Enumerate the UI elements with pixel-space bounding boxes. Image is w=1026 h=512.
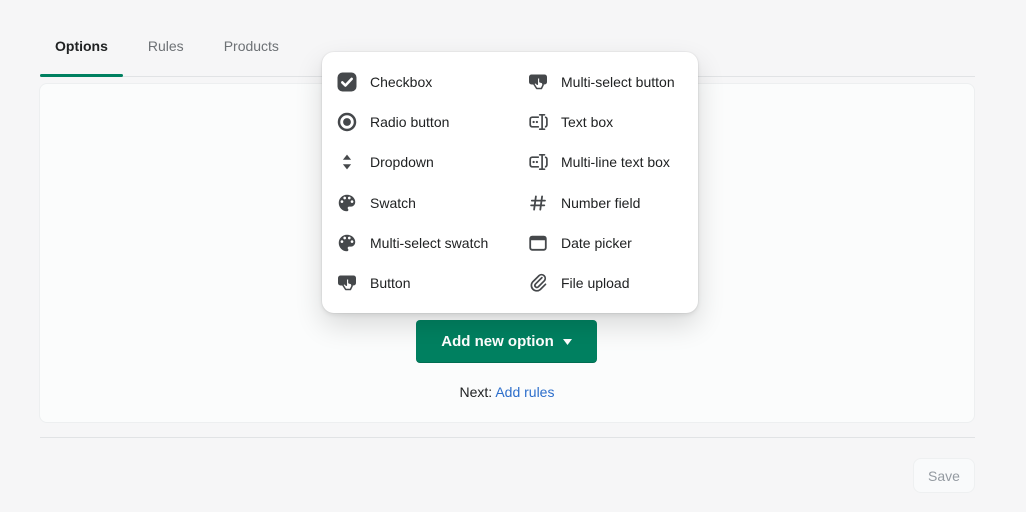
menu-item-checkbox[interactable]: Checkbox [322, 62, 510, 102]
button-icon [529, 74, 547, 90]
menu-item-label: Number field [561, 194, 641, 211]
textbox-icon [529, 154, 548, 171]
option-type-popover: Checkbox Radio button Dropdown Swatch Mu… [322, 52, 698, 313]
menu-item-label: Button [370, 275, 411, 292]
menu-item-label: Multi-line text box [561, 154, 670, 171]
menu-item-label: Date picker [561, 234, 632, 251]
textbox-icon [529, 114, 548, 131]
radio-icon [337, 113, 357, 132]
footer-divider [40, 437, 975, 438]
add-new-option-label: Add new option [441, 333, 554, 350]
number-icon [530, 195, 546, 211]
menu-item-multi-select-swatch[interactable]: Multi-select swatch [322, 223, 510, 263]
menu-item-dropdown[interactable]: Dropdown [322, 142, 510, 182]
menu-item-label: Checkbox [370, 74, 433, 91]
menu-item-label: Radio button [370, 114, 450, 131]
swatch-icon [338, 194, 356, 211]
menu-item-number-field[interactable]: Number field [510, 183, 698, 223]
swatch-icon [338, 234, 356, 252]
next-label: Next: [459, 384, 493, 400]
add-new-option-button[interactable]: Add new option [416, 320, 597, 363]
menu-item-label: Multi-select button [561, 74, 675, 91]
menu-item-label: Swatch [370, 194, 416, 211]
save-button[interactable]: Save [913, 458, 975, 493]
menu-item-label: Text box [561, 114, 614, 131]
menu-item-label: Dropdown [370, 154, 434, 171]
menu-item-date-picker[interactable]: Date picker [510, 223, 698, 263]
active-tab-underline [40, 74, 123, 77]
button-icon [338, 275, 356, 291]
tab-options-label: Options [55, 38, 108, 54]
menu-item-swatch[interactable]: Swatch [322, 183, 510, 223]
tab-products-label: Products [223, 38, 279, 54]
menu-item-text-box[interactable]: Text box [510, 102, 698, 142]
menu-item-multi-select-button[interactable]: Multi-select button [510, 62, 698, 102]
menu-item-file-upload[interactable]: File upload [510, 263, 698, 303]
page: Options Rules Products Checkbox Radio bu… [0, 0, 1026, 512]
menu-item-label: File upload [561, 275, 630, 292]
chevron-down-icon [562, 338, 572, 345]
menu-item-multi-line-text-box[interactable]: Multi-line text box [510, 142, 698, 182]
paperclip-icon [530, 273, 547, 292]
save-button-label: Save [928, 467, 960, 484]
tab-rules-label: Rules [147, 38, 184, 54]
tab-products[interactable]: Products [209, 16, 294, 76]
menu-item-radio-button[interactable]: Radio button [322, 102, 510, 142]
dropdown-icon [342, 155, 352, 170]
menu-item-label: Multi-select swatch [370, 234, 489, 251]
add-rules-link[interactable]: Add rules [495, 384, 554, 400]
next-step-line: Next: Add rules [39, 384, 975, 400]
menu-item-button[interactable]: Button [322, 263, 510, 303]
calendar-icon [529, 235, 547, 251]
tab-options[interactable]: Options [40, 16, 123, 77]
tab-rules[interactable]: Rules [133, 16, 199, 76]
checkbox-icon [337, 72, 357, 92]
